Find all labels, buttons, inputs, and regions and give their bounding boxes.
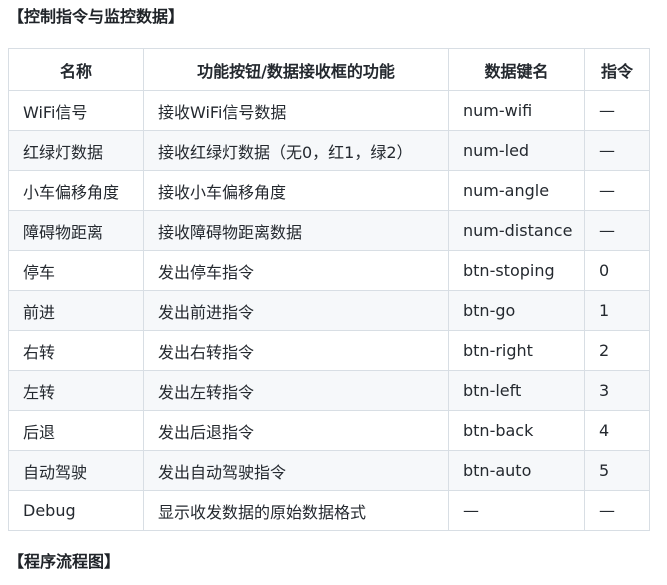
cell-function: 接收障碍物距离数据 [143, 210, 449, 251]
cell-function: 发出后退指令 [143, 410, 449, 451]
cell-command: 1 [584, 290, 650, 331]
cell-function: 接收小车偏移角度 [143, 170, 449, 211]
cell-name: 自动驾驶 [8, 450, 144, 491]
header-command: 指令 [584, 48, 650, 91]
cell-function: 发出停车指令 [143, 250, 449, 291]
cell-name: 前进 [8, 290, 144, 331]
cell-key: btn-back [448, 410, 585, 451]
cell-function: 接收红绿灯数据（无0，红1，绿2） [143, 130, 449, 171]
header-row: 名称 功能按钮/数据接收框的功能 数据键名 指令 [8, 48, 650, 91]
cell-name: 后退 [8, 410, 144, 451]
cell-key: btn-go [448, 290, 585, 331]
table-header: 名称 功能按钮/数据接收框的功能 数据键名 指令 [8, 48, 650, 91]
cell-name: 左转 [8, 370, 144, 411]
table-body: WiFi信号 接收WiFi信号数据 num-wifi — 红绿灯数据 接收红绿灯… [8, 90, 650, 531]
cell-key: btn-stoping [448, 250, 585, 291]
cell-name: Debug [8, 490, 144, 531]
cell-command: — [584, 210, 650, 251]
cell-command: — [584, 90, 650, 131]
cell-function: 接收WiFi信号数据 [143, 90, 449, 131]
header-key: 数据键名 [448, 48, 585, 91]
cell-function: 发出左转指令 [143, 370, 449, 411]
cell-command: — [584, 130, 650, 171]
cell-key: num-angle [448, 170, 585, 211]
cell-key: btn-right [448, 330, 585, 371]
cell-name: 障碍物距离 [8, 210, 144, 251]
cell-name: 停车 [8, 250, 144, 291]
section-heading-flowchart: 【程序流程图】 [8, 552, 121, 571]
table-row: 障碍物距离 接收障碍物距离数据 num-distance — [8, 210, 650, 251]
cell-name: 红绿灯数据 [8, 130, 144, 171]
table-row: 自动驾驶 发出自动驾驶指令 btn-auto 5 [8, 450, 650, 491]
cell-command: 4 [584, 410, 650, 451]
document-page: 【控制指令与监控数据】 名称 功能按钮/数据接收框的功能 数据键名 指令 WiF… [0, 0, 667, 585]
cell-command: 2 [584, 330, 650, 371]
cell-command: — [584, 170, 650, 211]
cell-command: — [584, 490, 650, 531]
table-row: 红绿灯数据 接收红绿灯数据（无0，红1，绿2） num-led — [8, 130, 650, 171]
cell-key: num-led [448, 130, 585, 171]
table-row: Debug 显示收发数据的原始数据格式 — — [8, 490, 650, 531]
table-row: 停车 发出停车指令 btn-stoping 0 [8, 250, 650, 291]
table-row: WiFi信号 接收WiFi信号数据 num-wifi — [8, 90, 650, 131]
cell-function: 发出自动驾驶指令 [143, 450, 449, 491]
cell-key: num-wifi [448, 90, 585, 131]
cell-function: 发出右转指令 [143, 330, 449, 371]
cell-command: 5 [584, 450, 650, 491]
cell-name: WiFi信号 [8, 90, 144, 131]
table-row: 右转 发出右转指令 btn-right 2 [8, 330, 650, 371]
cell-name: 小车偏移角度 [8, 170, 144, 211]
cell-key: — [448, 490, 585, 531]
table-row: 小车偏移角度 接收小车偏移角度 num-angle — [8, 170, 650, 211]
cell-key: btn-auto [448, 450, 585, 491]
command-table: 名称 功能按钮/数据接收框的功能 数据键名 指令 WiFi信号 接收WiFi信号… [8, 48, 650, 531]
header-name: 名称 [8, 48, 144, 91]
cell-key: num-distance [448, 210, 585, 251]
header-function: 功能按钮/数据接收框的功能 [143, 48, 449, 91]
table-row: 前进 发出前进指令 btn-go 1 [8, 290, 650, 331]
cell-name: 右转 [8, 330, 144, 371]
table-row: 后退 发出后退指令 btn-back 4 [8, 410, 650, 451]
cell-key: btn-left [448, 370, 585, 411]
cell-function: 发出前进指令 [143, 290, 449, 331]
table-row: 左转 发出左转指令 btn-left 3 [8, 370, 650, 411]
cell-function: 显示收发数据的原始数据格式 [143, 490, 449, 531]
cell-command: 0 [584, 250, 650, 291]
section-heading-control: 【控制指令与监控数据】 [8, 7, 185, 26]
cell-command: 3 [584, 370, 650, 411]
